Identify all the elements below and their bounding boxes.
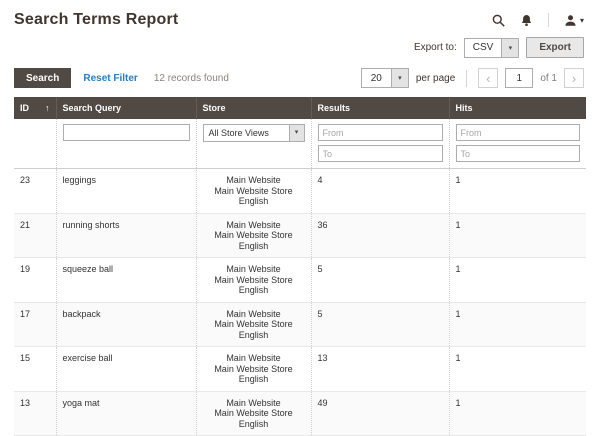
- cell-store: Main Website Main Website Store English: [195, 213, 311, 258]
- store-filter-value: All Store Views: [208, 128, 269, 138]
- per-page-label: per page: [415, 72, 456, 84]
- cell-store: Main Website Main Website Store English: [195, 391, 311, 436]
- cell-id: 15: [14, 346, 56, 392]
- export-format-select[interactable]: CSV ▾: [463, 37, 520, 58]
- cell-search-query: running shorts: [55, 213, 196, 258]
- header-icons: ▾: [492, 13, 584, 27]
- cell-store: Main Website Main Website Store English: [195, 346, 311, 392]
- per-page-value: 20: [370, 72, 382, 84]
- reset-filter-link[interactable]: Reset Filter: [83, 73, 137, 84]
- hits-to-input[interactable]: [455, 145, 580, 162]
- export-to-label: Export to:: [413, 42, 457, 53]
- cell-store: Main Website Main Website Store English: [195, 302, 311, 347]
- column-header-store[interactable]: Store: [195, 97, 311, 119]
- table-row[interactable]: 19 squeeze ball Main Website Main Website…: [14, 257, 586, 303]
- next-page-button[interactable]: ›: [564, 68, 584, 88]
- cell-results: 5: [310, 257, 449, 303]
- cell-hits: 1: [448, 302, 586, 347]
- filter-cell-search-query: [55, 119, 196, 169]
- per-page-select[interactable]: 20 ▾: [360, 68, 409, 88]
- table-body: 23 leggings Main Website Main Website Sto…: [14, 168, 586, 436]
- table-row[interactable]: 23 leggings Main Website Main Website Sto…: [14, 168, 586, 214]
- caret-down-icon: ▾: [390, 69, 408, 87]
- table-row[interactable]: 21 running shorts Main Website Main Websi…: [14, 213, 586, 258]
- cell-id: 19: [14, 257, 56, 303]
- cell-hits: 1: [448, 391, 586, 436]
- records-found-label: 12 records found: [153, 72, 229, 84]
- cell-store: Main Website Main Website Store English: [195, 257, 311, 303]
- filter-cell-results: [310, 119, 449, 169]
- export-row: Export to: CSV ▾ Export: [0, 31, 600, 65]
- cell-search-query: squeeze ball: [55, 257, 196, 303]
- cell-store: Main Website Main Website Store English: [195, 168, 311, 214]
- cell-hits: 1: [448, 346, 586, 392]
- table-row[interactable]: 13 yoga mat Main Website Main Website Sto…: [14, 391, 586, 436]
- cell-id: 17: [14, 302, 56, 347]
- grid-toolbar: Search Reset Filter 12 records found 20 …: [0, 65, 600, 97]
- page-header: Search Terms Report ▾: [0, 0, 600, 31]
- page-of-label: of 1: [540, 72, 557, 84]
- filter-cell-hits: [448, 119, 586, 169]
- page-number-input[interactable]: [505, 68, 534, 88]
- export-format-value: CSV: [472, 42, 494, 53]
- cell-search-query: leggings: [55, 168, 196, 214]
- column-header-results[interactable]: Results: [310, 97, 449, 119]
- sort-ascending-icon: ↑: [45, 103, 50, 113]
- column-header-id[interactable]: ↑ ID: [14, 97, 56, 119]
- search-button[interactable]: Search: [14, 68, 72, 88]
- cell-results: 36: [310, 213, 449, 258]
- cell-results: 49: [310, 391, 449, 436]
- user-account-icon[interactable]: ▾: [564, 14, 584, 27]
- grid-header-row: ↑ ID Search Query Store Results Hits: [14, 97, 586, 119]
- page-title: Search Terms Report: [14, 11, 179, 28]
- caret-down-icon: ▾: [501, 38, 519, 57]
- column-header-search-query[interactable]: Search Query: [55, 97, 196, 119]
- cell-hits: 1: [448, 168, 586, 214]
- table-row[interactable]: 17 backpack Main Website Main Website Sto…: [14, 302, 586, 347]
- notifications-bell-icon[interactable]: [520, 14, 533, 27]
- cell-search-query: exercise ball: [55, 346, 196, 392]
- caret-down-icon: ▾: [288, 125, 304, 141]
- table-row[interactable]: 15 exercise ball Main Website Main Websit…: [14, 346, 586, 392]
- filter-cell-id: [14, 119, 56, 169]
- cell-search-query: yoga mat: [55, 391, 196, 436]
- cell-results: 13: [310, 346, 449, 392]
- grid-filter-row: All Store Views ▾: [14, 119, 586, 169]
- search-query-filter-input[interactable]: [62, 124, 190, 141]
- search-icon[interactable]: [492, 14, 505, 27]
- cell-results: 5: [310, 302, 449, 347]
- store-filter-select[interactable]: All Store Views ▾: [202, 124, 305, 142]
- cell-results: 4: [310, 168, 449, 214]
- cell-hits: 1: [448, 257, 586, 303]
- header-divider: [547, 13, 549, 27]
- filter-cell-store: All Store Views ▾: [195, 119, 311, 169]
- pagination-controls: 20 ▾ per page ‹ of 1 ›: [360, 68, 584, 88]
- results-from-input[interactable]: [317, 124, 443, 141]
- cell-id: 13: [14, 391, 56, 436]
- cell-hits: 1: [448, 213, 586, 258]
- cell-id: 21: [14, 213, 56, 258]
- column-header-id-label: ID: [20, 103, 29, 113]
- chevron-left-icon: ‹: [486, 70, 491, 86]
- caret-down-icon: ▾: [579, 15, 584, 25]
- chevron-right-icon: ›: [571, 70, 577, 86]
- previous-page-button[interactable]: ‹: [478, 68, 499, 88]
- export-button[interactable]: Export: [526, 37, 584, 58]
- toolbar-divider: [466, 69, 468, 87]
- column-header-hits[interactable]: Hits: [448, 97, 586, 119]
- search-terms-grid: ↑ ID Search Query Store Results Hits All…: [14, 97, 586, 436]
- results-to-input[interactable]: [317, 145, 443, 162]
- cell-search-query: backpack: [55, 302, 196, 347]
- hits-from-input[interactable]: [455, 124, 580, 141]
- cell-id: 23: [14, 168, 56, 214]
